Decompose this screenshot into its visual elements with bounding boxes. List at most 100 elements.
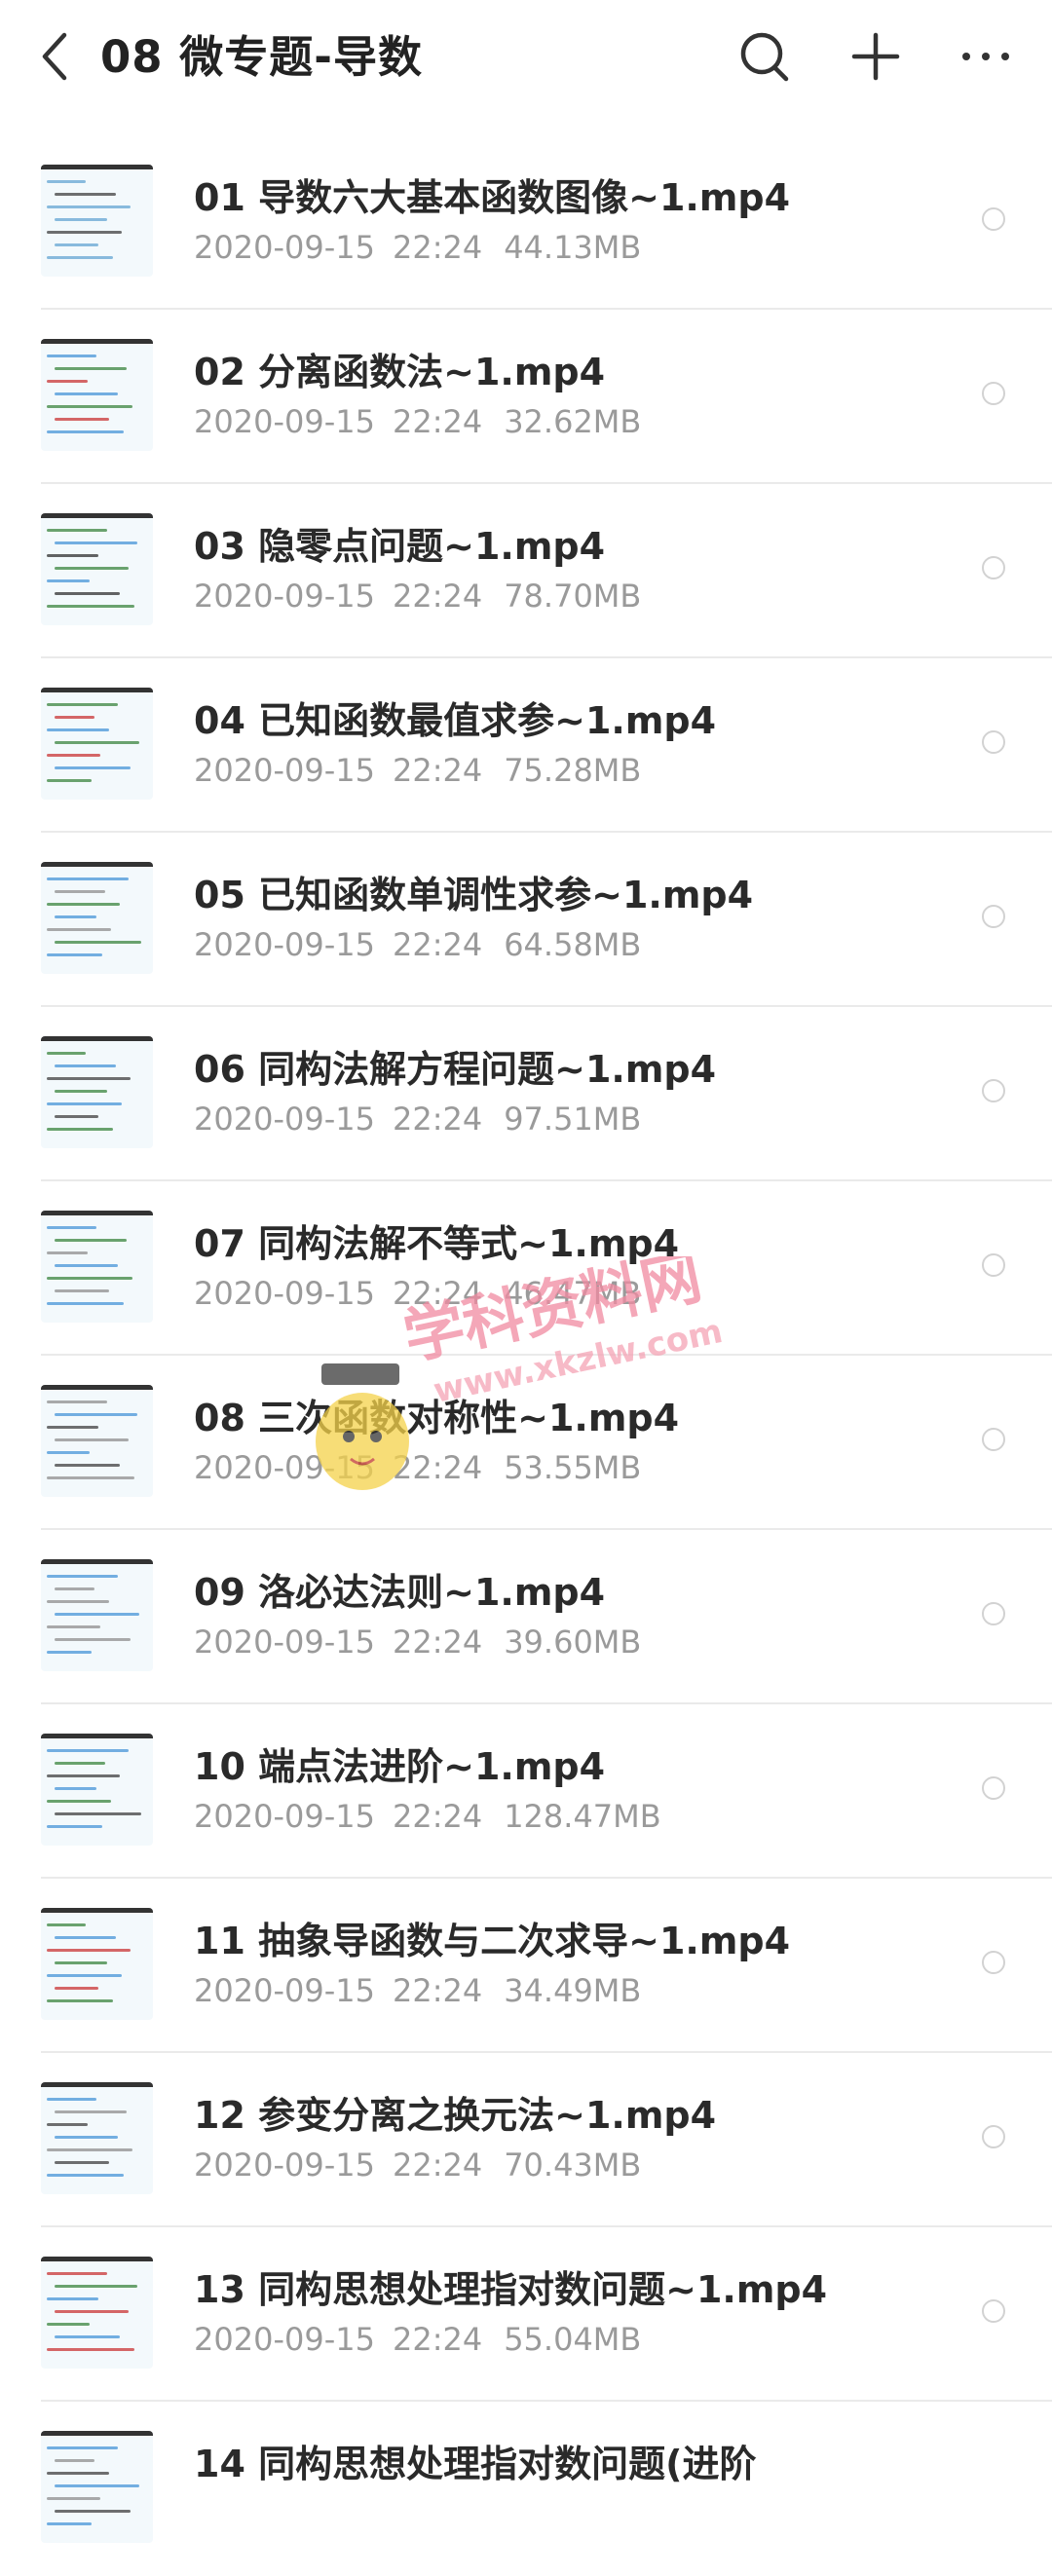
file-name: 11 抽象导函数与二次求导~1.mp4 <box>194 1920 791 1962</box>
file-time: 22:24 <box>392 1449 483 1486</box>
file-date: 2020-09-15 <box>194 1449 375 1486</box>
file-list-item[interactable]: 12 参变分离之换元法~1.mp4 2020-09-15 22:24 70.43MB <box>0 2053 1052 2227</box>
video-thumbnail <box>41 2257 153 2369</box>
file-name: 05 已知函数单调性求参~1.mp4 <box>194 874 754 916</box>
file-name: 03 隐零点问题~1.mp4 <box>194 525 606 568</box>
file-list-item[interactable]: 09 洛必达法则~1.mp4 2020-09-15 22:24 39.60MB <box>0 1530 1052 1704</box>
file-name: 06 同构法解方程问题~1.mp4 <box>194 1048 717 1091</box>
select-radio[interactable] <box>982 2299 1005 2323</box>
file-date: 2020-09-15 <box>194 229 375 266</box>
file-size: 34.49MB <box>504 1972 642 2009</box>
select-radio[interactable] <box>982 2125 1005 2148</box>
file-time: 22:24 <box>392 1275 483 1312</box>
video-thumbnail <box>41 1559 153 1671</box>
file-list-item[interactable]: 06 同构法解方程问题~1.mp4 2020-09-15 22:24 97.51MB <box>0 1007 1052 1181</box>
file-list-item[interactable]: 03 隐零点问题~1.mp4 2020-09-15 22:24 78.70MB <box>0 484 1052 658</box>
file-name: 07 同构法解不等式~1.mp4 <box>194 1222 680 1265</box>
file-list-item[interactable]: 14 同构思想处理指对数问题(进阶 <box>0 2402 1052 2576</box>
select-radio[interactable] <box>982 1602 1005 1625</box>
video-thumbnail <box>41 2082 153 2194</box>
file-size: 44.13MB <box>504 229 642 266</box>
file-meta: 2020-09-15 22:24 64.58MB <box>194 925 641 964</box>
file-list-item[interactable]: 13 同构思想处理指对数问题~1.mp4 2020-09-15 22:24 55.04… <box>0 2227 1052 2402</box>
file-name: 10 端点法进阶~1.mp4 <box>194 1745 606 1788</box>
file-time: 22:24 <box>392 926 483 963</box>
file-date: 2020-09-15 <box>194 2147 375 2184</box>
file-time: 22:24 <box>392 1798 483 1835</box>
select-radio[interactable] <box>982 382 1005 405</box>
file-list-item[interactable]: 08 三次函数对称性~1.mp4 2020-09-15 22:24 53.55MB <box>0 1356 1052 1530</box>
file-name: 04 已知函数最值求参~1.mp4 <box>194 699 717 742</box>
file-size: 39.60MB <box>504 1624 642 1661</box>
file-meta: 2020-09-15 22:24 97.51MB <box>194 1100 641 1139</box>
more-horizontal-icon[interactable] <box>957 27 1015 86</box>
file-size: 78.70MB <box>504 578 642 615</box>
plus-icon[interactable] <box>846 27 905 86</box>
file-size: 55.04MB <box>504 2321 642 2358</box>
file-list-item[interactable]: 07 同构法解不等式~1.mp4 2020-09-15 22:24 46.47MB <box>0 1181 1052 1356</box>
file-name: 13 同构思想处理指对数问题~1.mp4 <box>194 2268 828 2311</box>
select-radio[interactable] <box>982 905 1005 928</box>
select-radio[interactable] <box>982 730 1005 754</box>
file-meta: 2020-09-15 22:24 53.55MB <box>194 1448 641 1487</box>
file-time: 22:24 <box>392 2147 483 2184</box>
video-thumbnail <box>41 1036 153 1148</box>
file-meta: 2020-09-15 22:24 78.70MB <box>194 577 641 616</box>
file-date: 2020-09-15 <box>194 2321 375 2358</box>
select-radio[interactable] <box>982 207 1005 231</box>
select-radio[interactable] <box>982 1079 1005 1102</box>
chevron-left-icon[interactable] <box>27 27 86 86</box>
file-list-item[interactable]: 05 已知函数单调性求参~1.mp4 2020-09-15 22:24 64.58MB <box>0 833 1052 1007</box>
file-list-item[interactable]: 04 已知函数最值求参~1.mp4 2020-09-15 22:24 75.28MB <box>0 658 1052 833</box>
file-size: 75.28MB <box>504 752 642 789</box>
video-thumbnail <box>41 688 153 800</box>
video-thumbnail <box>41 513 153 625</box>
file-size: 128.47MB <box>504 1798 661 1835</box>
file-name: 09 洛必达法则~1.mp4 <box>194 1571 606 1614</box>
video-thumbnail <box>41 1211 153 1323</box>
file-date: 2020-09-15 <box>194 578 375 615</box>
select-radio[interactable] <box>982 1428 1005 1451</box>
file-date: 2020-09-15 <box>194 926 375 963</box>
file-list-item[interactable]: 10 端点法进阶~1.mp4 2020-09-15 22:24 128.47MB <box>0 1704 1052 1879</box>
video-thumbnail <box>41 339 153 451</box>
video-thumbnail <box>41 1734 153 1846</box>
file-date: 2020-09-15 <box>194 1101 375 1138</box>
search-icon[interactable] <box>735 27 794 86</box>
file-list: 01 导数六大基本函数图像~1.mp4 2020-09-15 22:24 44.13M… <box>0 135 1052 2576</box>
file-date: 2020-09-15 <box>194 1275 375 1312</box>
file-date: 2020-09-15 <box>194 403 375 440</box>
file-size: 32.62MB <box>504 403 642 440</box>
file-name: 08 三次函数对称性~1.mp4 <box>194 1397 680 1439</box>
file-meta: 2020-09-15 22:24 34.49MB <box>194 1971 641 2010</box>
file-size: 70.43MB <box>504 2147 642 2184</box>
file-time: 22:24 <box>392 578 483 615</box>
file-list-item[interactable]: 02 分离函数法~1.mp4 2020-09-15 22:24 32.62MB <box>0 310 1052 484</box>
video-thumbnail <box>41 1908 153 2020</box>
file-size: 97.51MB <box>504 1101 642 1138</box>
video-thumbnail <box>41 165 153 277</box>
file-time: 22:24 <box>392 403 483 440</box>
file-size: 53.55MB <box>504 1449 642 1486</box>
file-time: 22:24 <box>392 1101 483 1138</box>
file-meta: 2020-09-15 22:24 39.60MB <box>194 1623 641 1661</box>
file-time: 22:24 <box>392 2321 483 2358</box>
file-list-item[interactable]: 01 导数六大基本函数图像~1.mp4 2020-09-15 22:24 44.13M… <box>0 135 1052 310</box>
video-thumbnail <box>41 862 153 974</box>
file-date: 2020-09-15 <box>194 1624 375 1661</box>
select-radio[interactable] <box>982 556 1005 579</box>
select-radio[interactable] <box>982 1253 1005 1277</box>
file-meta: 2020-09-15 22:24 46.47MB <box>194 1274 641 1313</box>
file-time: 22:24 <box>392 229 483 266</box>
file-meta: 2020-09-15 22:24 44.13MB <box>194 228 641 267</box>
video-thumbnail <box>41 2431 153 2543</box>
file-date: 2020-09-15 <box>194 1798 375 1835</box>
file-name: 01 导数六大基本函数图像~1.mp4 <box>194 176 791 219</box>
file-list-item[interactable]: 11 抽象导函数与二次求导~1.mp4 2020-09-15 22:24 34.49M… <box>0 1879 1052 2053</box>
select-radio[interactable] <box>982 1951 1005 1974</box>
file-time: 22:24 <box>392 752 483 789</box>
file-time: 22:24 <box>392 1624 483 1661</box>
file-name: 14 同构思想处理指对数问题(进阶 <box>194 2443 757 2485</box>
file-date: 2020-09-15 <box>194 752 375 789</box>
select-radio[interactable] <box>982 1776 1005 1800</box>
